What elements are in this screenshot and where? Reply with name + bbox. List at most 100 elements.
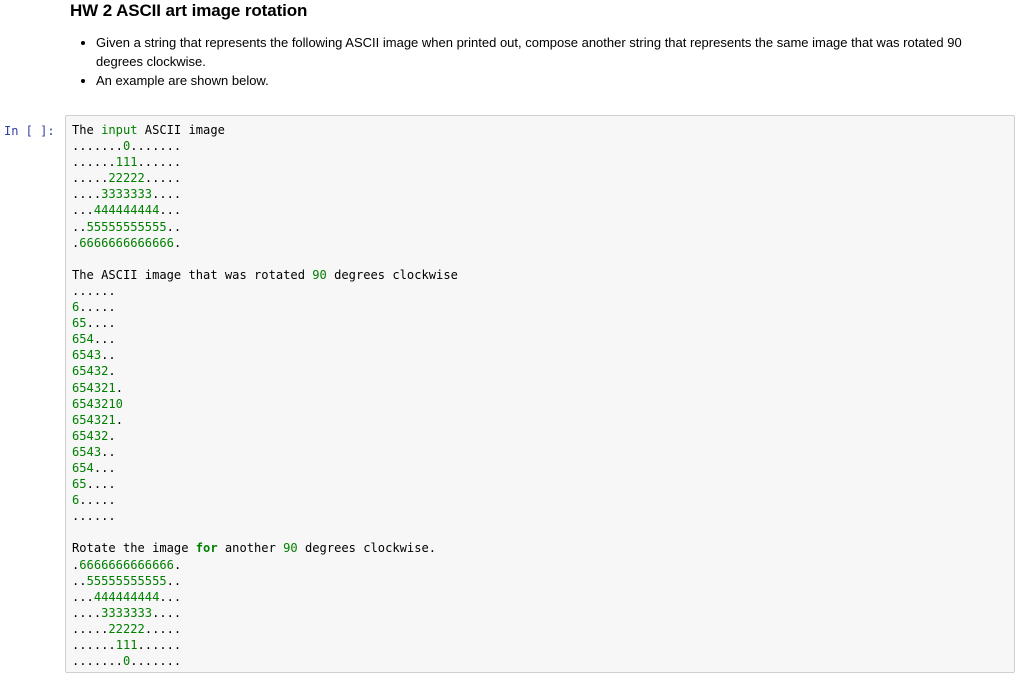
code-token: ... [93,332,116,347]
code-literal: 55555555555 [86,219,167,234]
code-line: ......111...... [72,637,458,653]
code-line: .....22222..... [72,621,458,637]
code-line: .......0....... [72,653,458,669]
code-token: ...... [72,283,116,298]
code-line: ...... [72,508,458,524]
code-literal: input [101,123,138,137]
notebook-heading: HW 2 ASCII art image rotation [70,1,308,20]
code-literal: 90 [312,267,327,282]
code-token: .... [86,477,116,492]
code-literal: 65432 [72,364,109,379]
code-literal: 65432 [72,428,109,443]
code-line: 654321. [72,412,458,428]
code-token: ...... [72,509,116,524]
code-line: 65.... [72,315,458,331]
code-literal: 55555555555 [86,573,167,588]
code-line: 654... [72,460,458,476]
code-literal: 6543 [72,348,102,363]
code-token: .. [72,573,87,588]
code-line: ...444444444... [72,589,458,605]
code-token: . [173,557,182,572]
code-token: ..... [144,621,182,636]
code-line: ....3333333.... [72,186,458,202]
code-line: 654... [72,331,458,347]
code-line: ..55555555555.. [72,573,458,589]
code-token: ... [93,460,116,475]
code-token: .... [86,316,116,331]
code-token: ..... [72,621,109,636]
code-literal: 3333333 [101,605,153,620]
code-line: The ASCII image that was rotated 90 degr… [72,267,458,283]
code-token: ...... [137,155,182,170]
code-token: .. [166,219,182,234]
code-line: 65432. [72,428,458,444]
code-line: 65432. [72,363,458,379]
code-literal: 6543210 [72,396,123,411]
code-token: ...... [137,638,182,652]
code-line: 65.... [72,476,458,492]
code-literal: 22222 [108,621,145,636]
code-line: Rotate the image for another 90 degrees … [72,540,458,556]
code-line: ...444444444... [72,202,458,218]
code-token: . [173,235,182,250]
code-token: ....... [72,139,123,154]
code-literal: 65 [72,477,87,492]
code-token: ....... [72,654,123,669]
code-token: .... [152,605,182,620]
code-line: .......0....... [72,138,458,154]
code-literal: 111 [115,155,138,170]
code-line: .....22222..... [72,170,458,186]
code-cell-editor[interactable]: The input ASCII image .......0...........… [65,115,1015,673]
code-token: .... [72,605,102,620]
instruction-item: Given a string that represents the follo… [96,33,1010,71]
code-line: 654321. [72,380,458,396]
instruction-item: An example are shown below. [96,71,1010,90]
code-line: The input ASCII image [72,122,458,138]
code-token: .. [72,219,87,234]
code-line: .6666666666666. [72,557,458,573]
code-line: 6543.. [72,444,458,460]
code-line: ..55555555555.. [72,219,458,235]
code-keyword: for [195,541,218,556]
code-token: ...... [72,638,116,652]
code-line: .6666666666666. [72,235,458,251]
code-token: .. [101,444,116,459]
code-literal: 90 [283,541,298,556]
code-token: ASCII image [137,123,225,137]
code-token: .. [166,573,182,588]
code-token: . [108,364,116,379]
code-token: The [72,123,102,137]
code-token: ..... [72,171,109,186]
code-literal: 444444444 [93,203,160,218]
code-token: degrees clockwise. [297,541,437,556]
code-token: . [108,428,116,443]
instructions-list: Given a string that represents the follo… [70,33,1010,90]
code-token: ..... [144,171,182,186]
code-line: 6543.. [72,347,458,363]
code-literal: 3333333 [101,187,153,202]
code-literal: 111 [115,638,138,652]
code-line: ...... [72,283,458,299]
code-line: 6543210 [72,396,458,412]
code-literal: 444444444 [93,589,160,604]
code-token: ...... [72,155,116,170]
code-token: .. [101,348,116,363]
code-literal: 6666666666666 [79,235,174,250]
code-line: ......111...... [72,154,458,170]
code-text[interactable]: The input ASCII image .......0...........… [72,122,458,669]
code-token: The ASCII image that was rotated [72,267,313,282]
code-literal: 65 [72,316,87,331]
code-literal: 654321 [72,380,116,395]
code-token: Rotate the image [72,541,196,556]
code-token: ... [72,589,94,604]
code-token: ..... [79,300,116,315]
code-token: ....... [130,139,182,154]
code-token: ..... [79,493,116,508]
code-token: .... [72,187,102,202]
code-token: . [115,412,123,427]
code-literal: 654 [72,332,94,347]
input-prompt: In [ ]: [4,124,55,138]
markdown-cell[interactable]: HW 2 ASCII art image rotation Given a st… [70,0,1010,90]
